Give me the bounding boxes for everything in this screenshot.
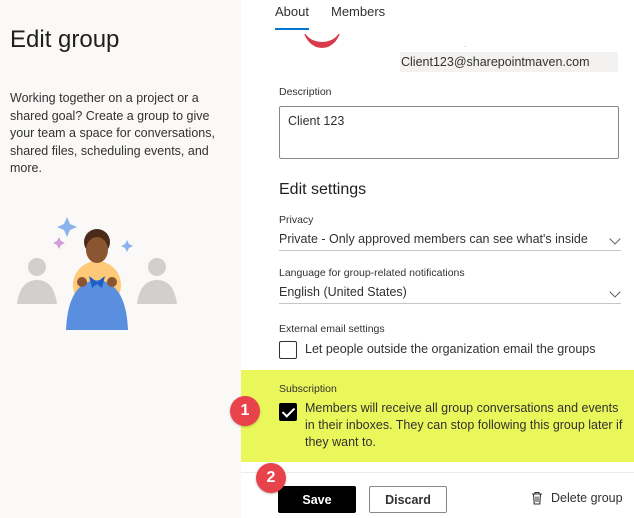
external-email-checkbox-label: Let people outside the organization emai… [305,342,596,356]
annotation-badge-2: 2 [256,463,286,493]
group-avatar [303,34,341,50]
language-value: English (United States) [279,285,407,299]
chevron-down-icon [609,233,621,245]
delete-group-button[interactable]: Delete group [531,491,623,505]
group-email: Client123@sharepointmaven.com [400,52,618,72]
subscription-option[interactable]: Members will receive all group conversat… [279,400,624,451]
team-illustration [17,217,177,330]
page-description: Working together on a project or a share… [10,91,215,175]
email-header-fragment: · [464,44,466,50]
privacy-value: Private - Only approved members can see … [279,232,588,246]
description-label: Description [279,86,332,98]
tab-about[interactable]: About [275,4,309,30]
tab-bar: About Members [275,4,385,30]
privacy-dropdown[interactable]: Private - Only approved members can see … [279,229,621,251]
subscription-checkbox-label: Members will receive all group conversat… [305,401,623,449]
annotation-badge-1: 1 [230,396,260,426]
left-panel: Edit group Working together on a project… [0,0,241,518]
external-email-label: External email settings [279,323,385,335]
language-dropdown[interactable]: English (United States) [279,282,621,304]
external-email-option[interactable]: Let people outside the organization emai… [279,341,595,359]
save-button[interactable]: Save [278,486,356,513]
external-email-checkbox[interactable] [279,341,297,359]
right-panel: About Members · Client123@sharepointmave… [241,0,634,518]
tab-members[interactable]: Members [331,4,385,30]
subscription-label: Subscription [279,383,337,395]
page-title: Edit group [10,26,120,53]
subscription-checkbox[interactable] [279,403,297,421]
delete-group-label: Delete group [551,491,623,505]
edit-settings-heading: Edit settings [279,181,367,198]
trash-icon [532,491,542,505]
language-label: Language for group-related notifications [279,267,465,279]
chevron-down-icon [609,286,621,298]
description-input[interactable]: Client 123 [279,106,619,159]
privacy-label: Privacy [279,214,314,226]
discard-button[interactable]: Discard [369,486,447,513]
footer-divider [241,472,634,473]
